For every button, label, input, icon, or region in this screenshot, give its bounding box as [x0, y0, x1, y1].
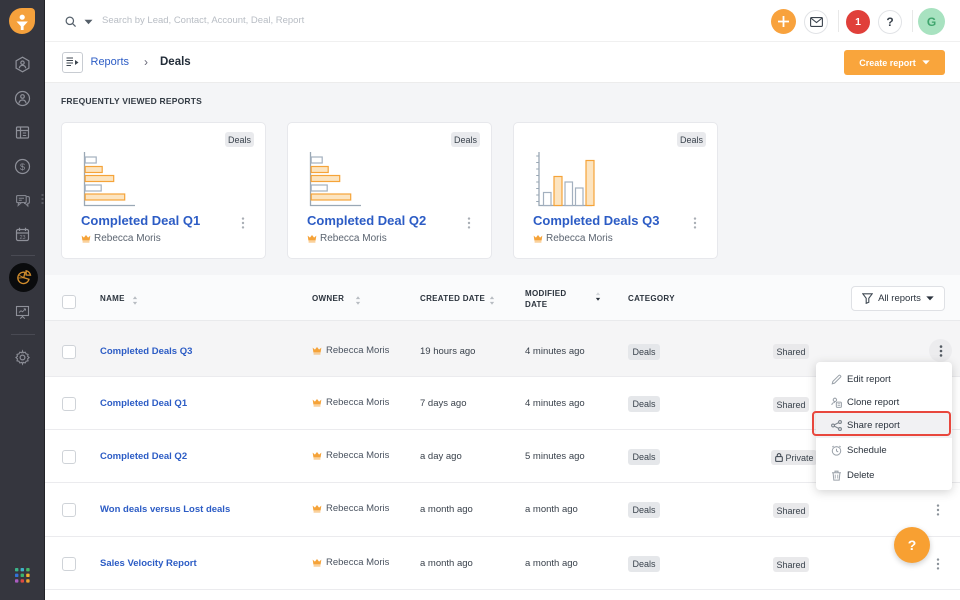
- svg-text:23: 23: [19, 235, 25, 241]
- svg-text:$: $: [20, 162, 25, 172]
